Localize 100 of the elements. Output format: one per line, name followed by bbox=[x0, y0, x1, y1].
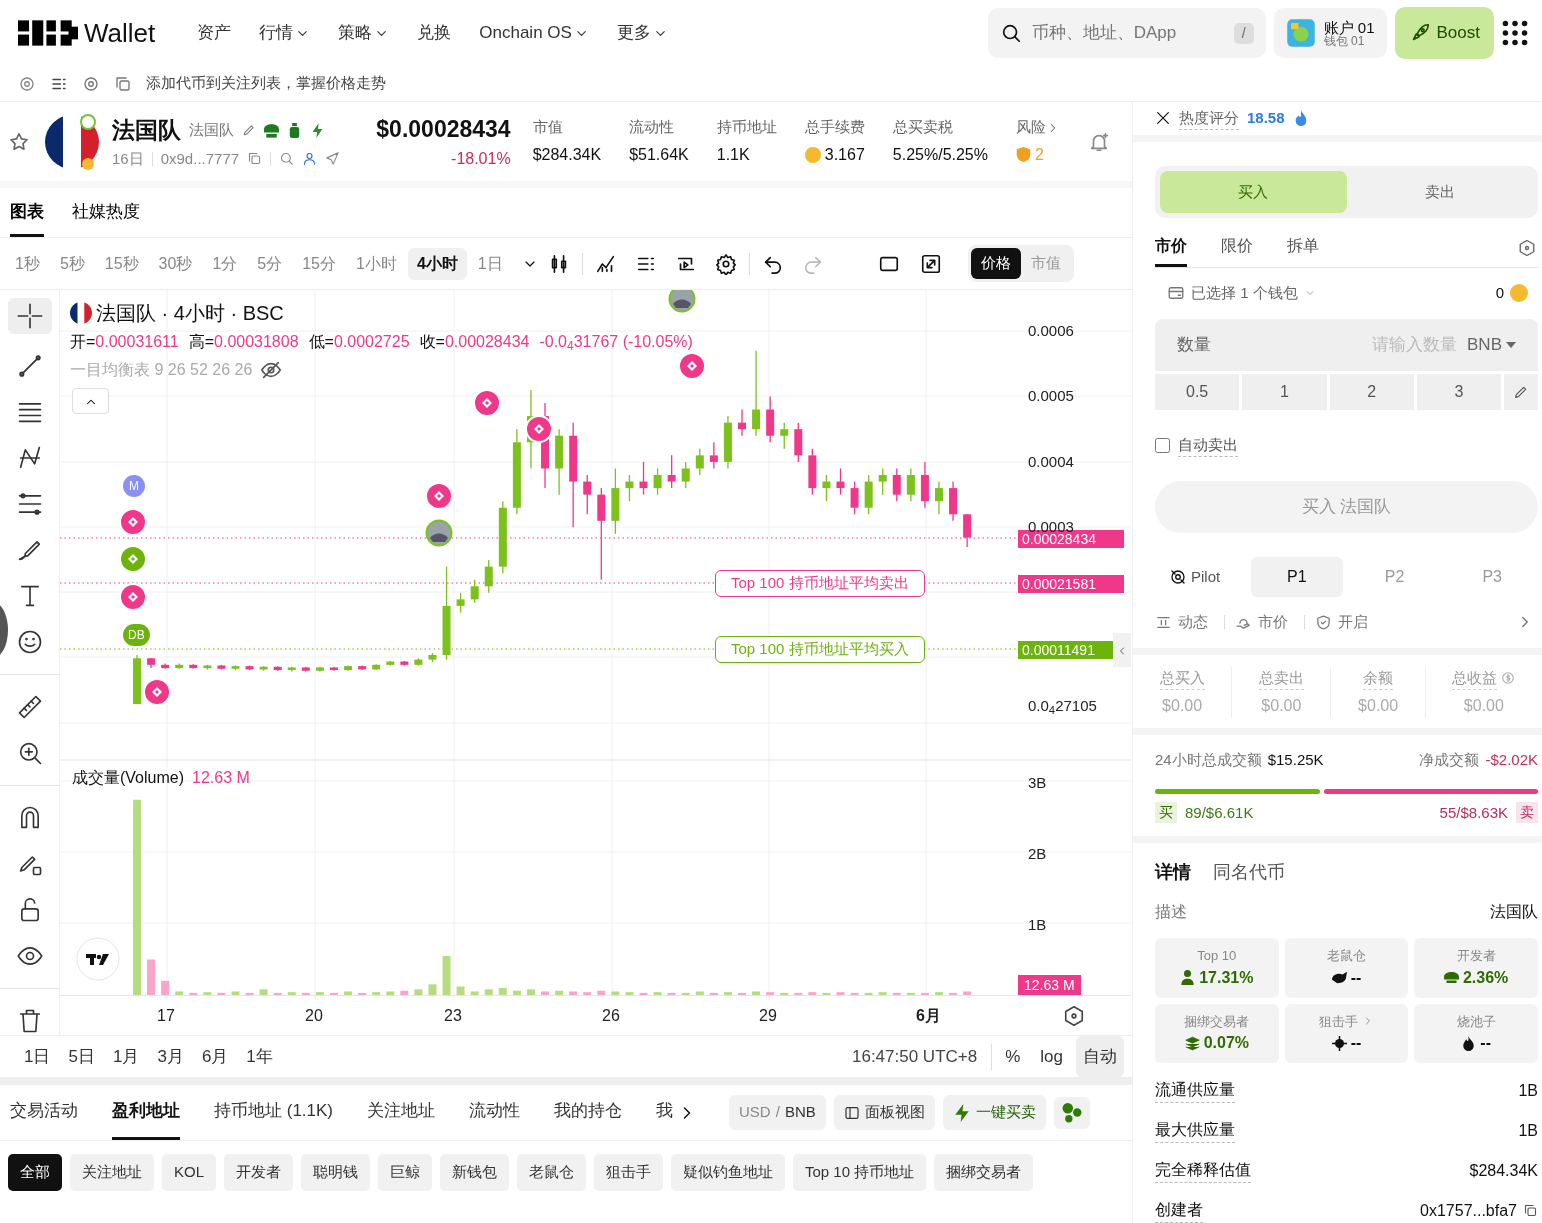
search-field[interactable]: 币种、地址、DApp / bbox=[987, 8, 1266, 58]
preset-amount-button[interactable]: 3 bbox=[1416, 373, 1501, 410]
range-button[interactable]: 1年 bbox=[240, 1043, 279, 1070]
filter-chip[interactable]: 关注地址 bbox=[70, 1154, 154, 1191]
time-axis-label: 29 bbox=[759, 1006, 777, 1026]
range-button[interactable]: 1月 bbox=[106, 1043, 146, 1070]
nav-item[interactable]: 更多 bbox=[602, 20, 682, 46]
heat-score: 18.58 bbox=[1247, 108, 1285, 128]
trade-side-tab[interactable]: 卖出 bbox=[1346, 170, 1533, 213]
heat-label: 热度评分 bbox=[1179, 106, 1239, 130]
profile-tab[interactable]: P1 bbox=[1251, 557, 1343, 597]
bottom-tab[interactable]: 关注地址 bbox=[367, 1083, 436, 1140]
preset-amount-button[interactable]: 0.5 bbox=[1155, 373, 1240, 410]
account-name: 账户 01 bbox=[1323, 19, 1375, 35]
interval-tab[interactable]: 1小时 bbox=[347, 247, 406, 280]
account-button[interactable]: 账户 01 钱包 01 bbox=[1273, 8, 1387, 58]
chart-mode-tab[interactable]: 价格 bbox=[970, 248, 1021, 279]
wallet-name: 钱包 01 bbox=[1323, 34, 1366, 47]
interval-tab[interactable]: 5秒 bbox=[50, 247, 94, 280]
interval-tab[interactable]: 1日 bbox=[468, 247, 512, 280]
filter-chip[interactable]: 疑似钓鱼地址 bbox=[671, 1154, 785, 1191]
unit-dropdown[interactable]: BNB bbox=[1467, 331, 1516, 358]
bottom-tab[interactable]: 我的持仓 bbox=[554, 1083, 623, 1140]
wallet-selector[interactable]: 已选择 1 个钱包 bbox=[1191, 282, 1298, 305]
nav-item[interactable]: 行情 bbox=[245, 20, 325, 46]
stat-label: 持币地址 bbox=[716, 117, 777, 138]
range-button[interactable]: 1日 bbox=[18, 1043, 57, 1070]
holder-value: 0.07% bbox=[1203, 1033, 1249, 1053]
filter-chip[interactable]: 老鼠仓 bbox=[517, 1154, 586, 1191]
ohlc-value: 高=0.00031808 bbox=[188, 332, 299, 352]
interval-tab[interactable]: 5分 bbox=[248, 247, 292, 280]
watchlist-hint: 添加代币到关注列表，掌握价格走势 bbox=[146, 73, 386, 94]
trade-side-tab[interactable]: 买入 bbox=[1160, 170, 1347, 213]
ohlc-value: 低=0.0002725 bbox=[308, 332, 410, 352]
setting-item[interactable]: 开启 bbox=[1338, 611, 1368, 634]
details-tab[interactable]: 同名代币 bbox=[1213, 859, 1285, 886]
filter-chip[interactable]: 新钱包 bbox=[440, 1154, 509, 1191]
view-tab[interactable]: 图表 bbox=[10, 188, 44, 237]
buy-tag: 买 bbox=[1155, 802, 1177, 824]
filter-chip[interactable]: 全部 bbox=[8, 1154, 62, 1191]
quick-trade-button[interactable]: 一键买卖 bbox=[942, 1095, 1046, 1130]
line-label: Top 100 持币地址平均买入 bbox=[715, 636, 925, 663]
preset-amount-button[interactable]: 2 bbox=[1329, 373, 1414, 410]
interval-tab[interactable]: 4小时 bbox=[407, 247, 467, 280]
panel-view-button[interactable]: 面板视图 bbox=[833, 1095, 935, 1130]
volume-pane-label: 成交量(Volume) bbox=[72, 768, 185, 787]
view-tab[interactable]: 社媒热度 bbox=[72, 188, 140, 237]
nav-item[interactable]: 策略 bbox=[324, 20, 404, 46]
price-change: -18.01% bbox=[451, 148, 511, 169]
scale-option[interactable]: 自动 bbox=[1076, 1035, 1124, 1078]
setting-item[interactable]: 市价 bbox=[1258, 611, 1288, 634]
order-type-tab[interactable]: 市价 bbox=[1155, 228, 1187, 267]
nav-item[interactable]: 资产 bbox=[183, 20, 246, 46]
filter-chip[interactable]: 聪明钱 bbox=[301, 1154, 370, 1191]
holder-value: 2.36% bbox=[1462, 967, 1509, 988]
filter-chip[interactable]: 巨鲸 bbox=[378, 1154, 432, 1191]
marker-badge: DB bbox=[121, 622, 152, 648]
filter-chip[interactable]: Top 10 持币地址 bbox=[793, 1154, 927, 1191]
chart-legend-title: 法国队 · 4小时 · BSC bbox=[96, 301, 284, 326]
token-subname: 法国队 bbox=[189, 120, 234, 140]
range-button[interactable]: 5日 bbox=[62, 1043, 101, 1070]
filter-chip[interactable]: KOL bbox=[162, 1154, 216, 1191]
bottom-tab[interactable]: 流动性 bbox=[469, 1083, 521, 1140]
stat-value: $51.64K bbox=[629, 144, 689, 165]
ohlc-change: -0.0$_{4}$31767 (-10.05%) bbox=[539, 332, 693, 354]
boost-button[interactable]: Boost bbox=[1394, 7, 1494, 59]
holder-value: 17.31% bbox=[1199, 967, 1254, 988]
nav-item[interactable]: 兑换 bbox=[403, 20, 466, 46]
detail-value: $284.34K bbox=[1469, 1160, 1538, 1181]
range-button[interactable]: 3月 bbox=[151, 1043, 190, 1070]
buy-count: 89/$6.61K bbox=[1185, 802, 1254, 823]
preset-amount-button[interactable]: 1 bbox=[1242, 373, 1327, 410]
setting-item[interactable]: 动态 bbox=[1178, 611, 1208, 634]
order-type-tab[interactable]: 拆单 bbox=[1287, 228, 1319, 267]
scale-option[interactable]: log bbox=[1033, 1035, 1070, 1078]
order-type-tab[interactable]: 限价 bbox=[1221, 228, 1253, 267]
detail-value: 1B bbox=[1518, 1120, 1538, 1141]
volume-pane-value: 12.63 M bbox=[192, 768, 250, 787]
search-input[interactable]: 币种、地址、DApp bbox=[1029, 19, 1226, 47]
filter-chip[interactable]: 开发者 bbox=[224, 1154, 293, 1191]
holder-value: -- bbox=[1350, 967, 1362, 988]
volume-tag: 12.63 M bbox=[1018, 975, 1081, 995]
pnl-value: $0.00 bbox=[1261, 696, 1302, 716]
filter-chip[interactable]: 捆绑交易者 bbox=[934, 1154, 1034, 1191]
filter-chip[interactable]: 狙击手 bbox=[594, 1154, 663, 1191]
interval-tab[interactable]: 30秒 bbox=[149, 247, 202, 280]
bottom-tab[interactable]: 交易活动 bbox=[10, 1083, 78, 1140]
bottom-tab[interactable]: 盈利地址 bbox=[112, 1083, 180, 1140]
pilot-label: Pilot bbox=[1191, 566, 1221, 587]
currency-toggle[interactable]: USD / BNB bbox=[729, 1095, 826, 1130]
nav-item[interactable]: Onchain OS bbox=[465, 20, 603, 46]
details-tab[interactable]: 详情 bbox=[1155, 859, 1191, 886]
interval-tab[interactable]: 1秒 bbox=[6, 247, 49, 280]
bottom-tab[interactable]: 持币地址 (1.1K) bbox=[214, 1083, 334, 1140]
scale-option[interactable]: % bbox=[998, 1035, 1028, 1078]
interval-tab[interactable]: 1分 bbox=[203, 247, 247, 280]
range-button[interactable]: 6月 bbox=[195, 1043, 235, 1070]
interval-tab[interactable]: 15秒 bbox=[95, 247, 148, 280]
interval-tab[interactable]: 15分 bbox=[293, 247, 345, 280]
bottom-tab[interactable]: 我 bbox=[656, 1083, 674, 1140]
